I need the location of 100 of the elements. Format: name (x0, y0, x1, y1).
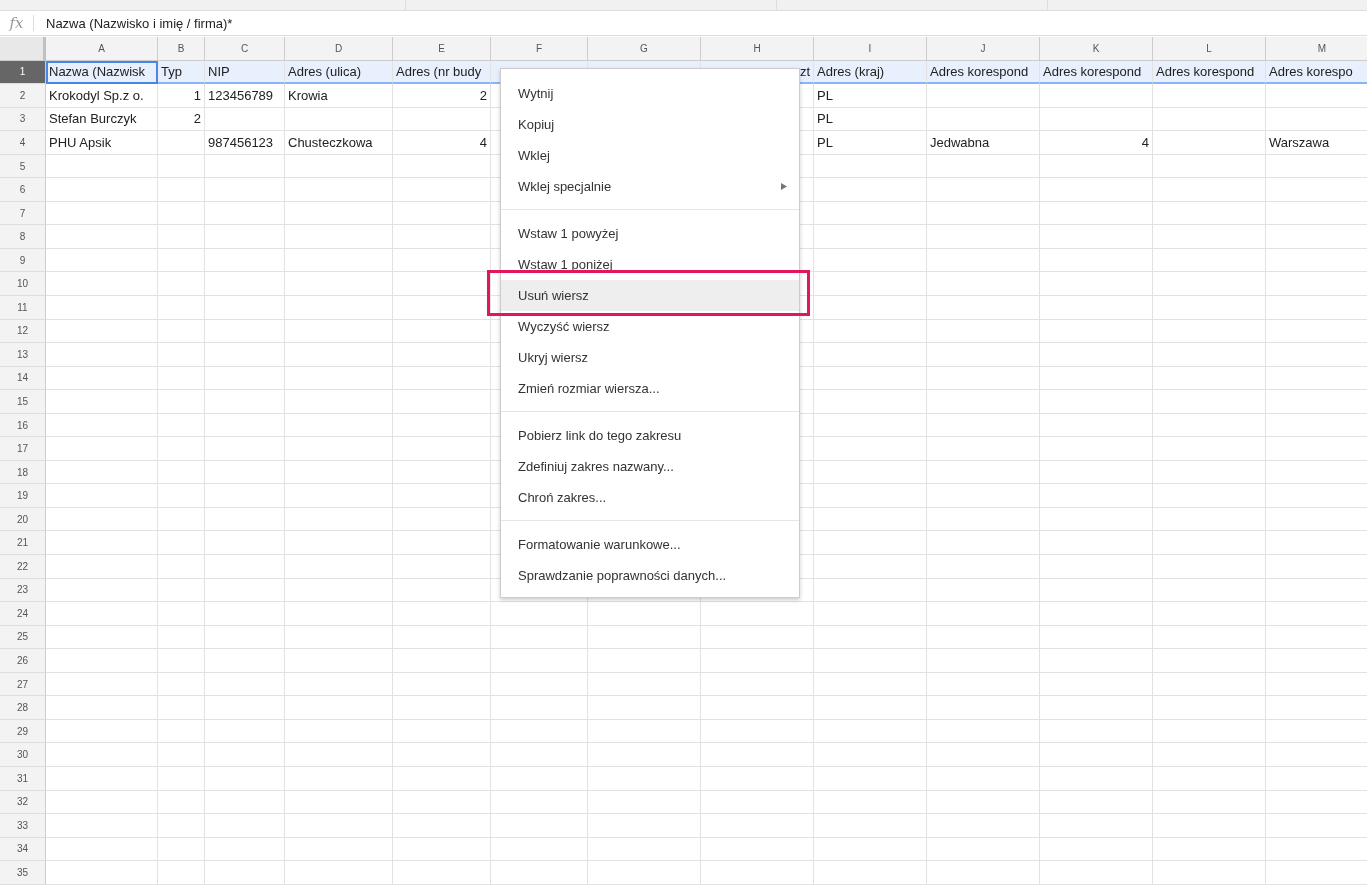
table-cell[interactable] (46, 790, 158, 815)
table-cell[interactable] (927, 555, 1040, 579)
table-cell[interactable]: 123456789 (205, 84, 285, 108)
table-cell[interactable] (285, 107, 393, 132)
table-cell[interactable] (1153, 625, 1266, 650)
table-cell[interactable] (814, 766, 927, 791)
table-cell[interactable] (393, 507, 491, 532)
row-header[interactable]: 33 (0, 814, 46, 838)
table-cell[interactable] (927, 201, 1040, 226)
table-cell[interactable] (205, 201, 285, 226)
column-header[interactable]: E (393, 37, 491, 61)
table-cell[interactable]: Adres korespond (927, 60, 1040, 85)
row-header[interactable]: 20 (0, 507, 46, 532)
table-cell[interactable] (393, 319, 491, 344)
row-header[interactable]: 24 (0, 602, 46, 626)
table-cell[interactable] (927, 178, 1040, 202)
table-cell[interactable] (285, 766, 393, 791)
table-cell[interactable] (205, 766, 285, 791)
table-cell[interactable] (158, 602, 205, 626)
table-cell[interactable] (927, 154, 1040, 179)
table-cell[interactable] (1153, 154, 1266, 179)
table-cell[interactable] (285, 248, 393, 273)
table-cell[interactable] (1040, 178, 1153, 202)
table-cell[interactable]: Adres (kraj) (814, 60, 927, 85)
table-cell[interactable] (393, 272, 491, 296)
table-cell[interactable]: Adres korespond (1040, 60, 1153, 85)
table-cell[interactable] (1153, 178, 1266, 202)
table-cell[interactable] (158, 790, 205, 815)
table-cell[interactable] (158, 272, 205, 296)
table-cell[interactable]: 2 (393, 84, 491, 108)
table-cell[interactable]: Krowia (285, 84, 393, 108)
table-cell[interactable] (588, 814, 701, 838)
table-cell[interactable]: Warszawa (1266, 131, 1367, 155)
table-cell[interactable] (588, 696, 701, 720)
table-cell[interactable] (205, 555, 285, 579)
table-cell[interactable]: Jedwabna (927, 131, 1040, 155)
table-cell[interactable] (158, 578, 205, 603)
row-header[interactable]: 35 (0, 861, 46, 885)
table-cell[interactable] (814, 343, 927, 367)
table-cell[interactable] (927, 766, 1040, 791)
table-cell[interactable] (158, 413, 205, 438)
table-cell[interactable] (1040, 649, 1153, 673)
table-cell[interactable]: PHU Apsik (46, 131, 158, 155)
table-cell[interactable] (588, 672, 701, 697)
table-cell[interactable] (1153, 366, 1266, 391)
column-header[interactable]: K (1040, 37, 1153, 61)
table-cell[interactable] (1153, 814, 1266, 838)
table-cell[interactable] (1153, 460, 1266, 485)
table-cell[interactable] (285, 272, 393, 296)
table-cell[interactable] (205, 107, 285, 132)
table-cell[interactable] (205, 719, 285, 744)
table-cell[interactable] (46, 602, 158, 626)
menu-item[interactable]: Sprawdzanie poprawności danych... (501, 560, 799, 591)
table-cell[interactable] (1153, 107, 1266, 132)
table-cell[interactable] (158, 766, 205, 791)
menu-item[interactable]: Wklej specjalnie (501, 171, 799, 202)
table-cell[interactable]: Stefan Burczyk (46, 107, 158, 132)
table-cell[interactable]: 4 (393, 131, 491, 155)
table-cell[interactable] (205, 861, 285, 885)
table-cell[interactable] (158, 390, 205, 414)
table-cell[interactable] (927, 531, 1040, 556)
table-cell[interactable] (1153, 296, 1266, 320)
table-cell[interactable] (285, 343, 393, 367)
table-cell[interactable] (285, 578, 393, 603)
column-header[interactable]: C (205, 37, 285, 61)
menu-item[interactable]: Zdefiniuj zakres nazwany... (501, 451, 799, 482)
table-cell[interactable] (158, 437, 205, 461)
table-cell[interactable] (393, 460, 491, 485)
table-cell[interactable] (1040, 790, 1153, 815)
table-cell[interactable] (1153, 861, 1266, 885)
column-header[interactable]: I (814, 37, 927, 61)
table-cell[interactable] (701, 861, 814, 885)
column-header[interactable]: B (158, 37, 205, 61)
row-header[interactable]: 26 (0, 649, 46, 673)
table-cell[interactable] (927, 672, 1040, 697)
table-cell[interactable] (393, 578, 491, 603)
table-cell[interactable] (393, 484, 491, 508)
table-cell[interactable] (285, 837, 393, 862)
table-cell[interactable] (927, 743, 1040, 767)
table-cell[interactable] (46, 154, 158, 179)
table-cell[interactable] (927, 649, 1040, 673)
table-cell[interactable] (1040, 602, 1153, 626)
table-cell[interactable] (1153, 672, 1266, 697)
table-cell[interactable] (491, 743, 588, 767)
table-cell[interactable] (588, 766, 701, 791)
table-cell[interactable] (701, 719, 814, 744)
row-header[interactable]: 1 (0, 60, 46, 85)
table-cell[interactable] (393, 861, 491, 885)
table-cell[interactable] (927, 837, 1040, 862)
table-cell[interactable] (701, 743, 814, 767)
column-header[interactable]: J (927, 37, 1040, 61)
menu-item[interactable]: Wklej (501, 140, 799, 171)
table-cell[interactable] (158, 531, 205, 556)
table-cell[interactable] (158, 555, 205, 579)
table-cell[interactable] (46, 390, 158, 414)
table-cell[interactable] (46, 555, 158, 579)
table-cell[interactable] (393, 743, 491, 767)
table-cell[interactable] (701, 837, 814, 862)
table-cell[interactable] (285, 696, 393, 720)
table-cell[interactable] (285, 178, 393, 202)
